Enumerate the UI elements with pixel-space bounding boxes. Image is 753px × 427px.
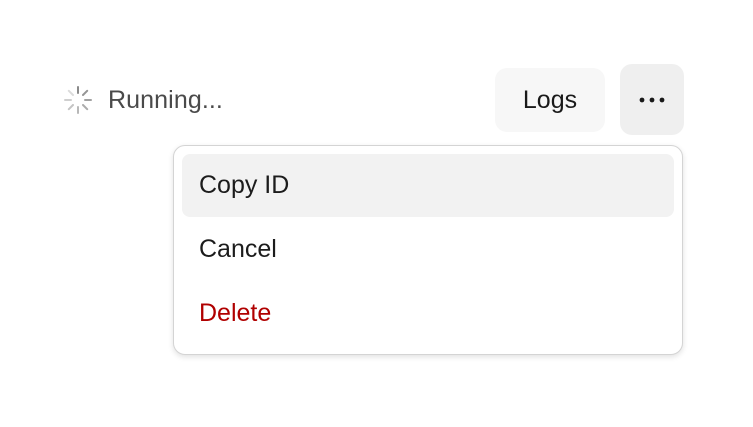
status-text: Running... bbox=[108, 85, 223, 114]
menu-item-copy-id[interactable]: Copy ID bbox=[182, 154, 674, 217]
run-status: Running... bbox=[62, 80, 223, 120]
menu-item-cancel[interactable]: Cancel bbox=[182, 218, 674, 281]
spinner-icon bbox=[64, 86, 92, 114]
more-options-button[interactable] bbox=[620, 64, 684, 135]
ellipsis-icon bbox=[639, 97, 665, 102]
logs-button[interactable]: Logs bbox=[495, 68, 605, 132]
menu-item-delete[interactable]: Delete bbox=[182, 282, 674, 345]
options-dropdown-menu: Copy ID Cancel Delete bbox=[173, 145, 683, 355]
